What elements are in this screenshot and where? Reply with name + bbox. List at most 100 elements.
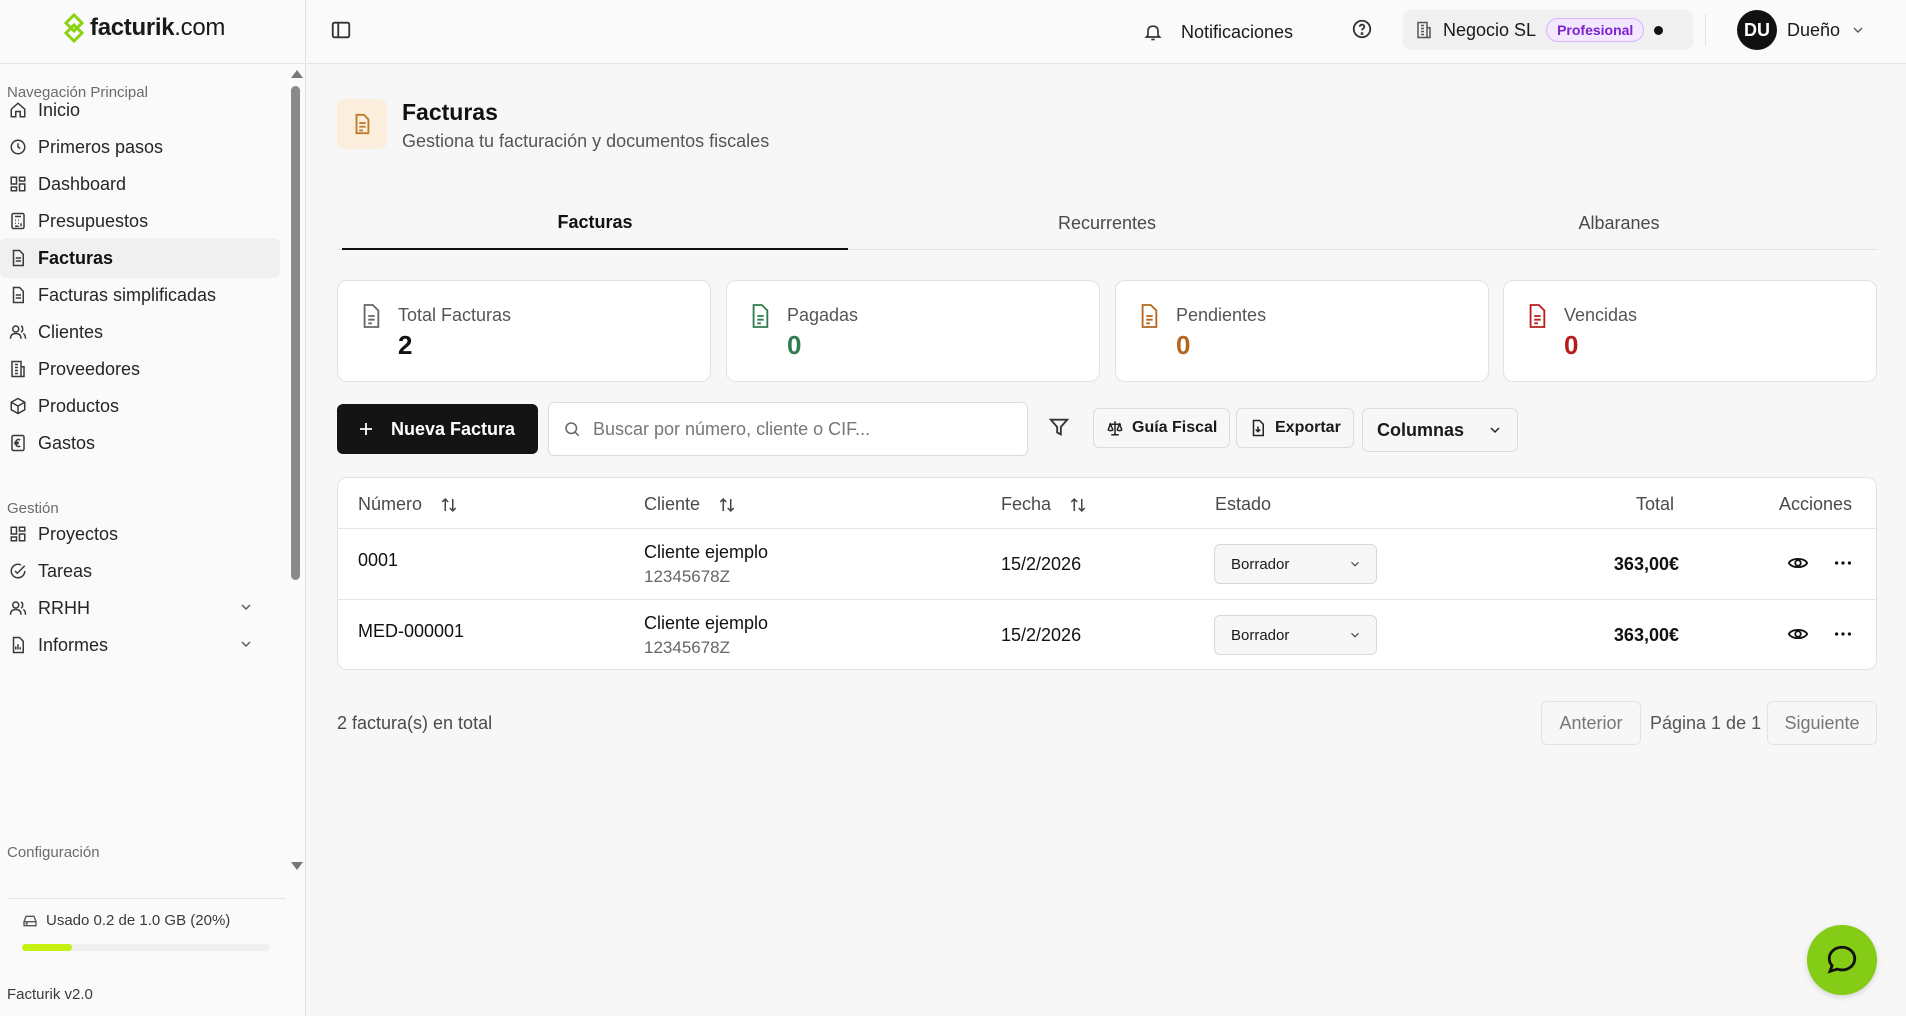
eye-icon[interactable] bbox=[1787, 552, 1811, 576]
chat-bubble-icon bbox=[1825, 943, 1859, 977]
chevron-down-icon bbox=[1348, 628, 1362, 642]
filter-icon[interactable] bbox=[1048, 416, 1074, 442]
logo[interactable]: facturik.com bbox=[62, 12, 225, 44]
sidebar-item-primeros-pasos[interactable]: Primeros pasos bbox=[0, 127, 280, 167]
scroll-up-arrow-icon[interactable] bbox=[291, 70, 303, 78]
facturik-logo-icon bbox=[63, 13, 85, 43]
bell-icon bbox=[1143, 22, 1163, 42]
document-clock-icon bbox=[1138, 303, 1160, 329]
sort-icon[interactable] bbox=[1069, 496, 1087, 514]
more-options-icon[interactable] bbox=[1832, 552, 1856, 576]
logo-text-prefix: facturik bbox=[90, 14, 175, 41]
header-label: Número bbox=[358, 494, 423, 514]
stat-label: Vencidas bbox=[1564, 305, 1638, 325]
invoice-total: 363,00€ bbox=[1613, 554, 1679, 574]
table-row[interactable]: 0001 Cliente ejemplo 12345678Z 15/2/2026… bbox=[338, 529, 1876, 599]
document-icon bbox=[8, 248, 28, 268]
eye-icon[interactable] bbox=[1787, 623, 1811, 647]
search-box[interactable] bbox=[548, 402, 1028, 456]
scroll-down-arrow-icon[interactable] bbox=[291, 862, 303, 870]
column-header-total: Total bbox=[1636, 494, 1675, 514]
column-header-number[interactable]: Número bbox=[358, 494, 458, 515]
search-input[interactable] bbox=[593, 418, 1013, 440]
sort-icon[interactable] bbox=[440, 496, 458, 514]
tab-facturas[interactable]: Facturas bbox=[342, 196, 848, 250]
sidebar-item-presupuestos[interactable]: Presupuestos bbox=[0, 201, 280, 241]
sidebar-item-label: Informes bbox=[38, 634, 109, 655]
columns-dropdown[interactable]: Columnas bbox=[1362, 408, 1518, 452]
chat-button[interactable] bbox=[1807, 925, 1877, 995]
tab-recurrentes[interactable]: Recurrentes bbox=[854, 196, 1360, 250]
sidebar-item-proveedores[interactable]: Proveedores bbox=[0, 349, 280, 389]
stat-value: 0 bbox=[787, 330, 802, 360]
sidebar-item-label: Tareas bbox=[38, 560, 93, 581]
next-page-button[interactable]: Siguiente bbox=[1767, 701, 1877, 745]
sort-icon[interactable] bbox=[718, 496, 736, 514]
sidebar-item-facturas[interactable]: Facturas bbox=[0, 238, 280, 278]
invoice-count: 2 factura(s) en total bbox=[337, 713, 493, 733]
header-label: Cliente bbox=[644, 494, 701, 514]
sidebar-item-label: Productos bbox=[38, 395, 120, 416]
more-options-icon[interactable] bbox=[1832, 623, 1856, 647]
calculator-icon bbox=[8, 211, 28, 231]
export-button[interactable]: Exportar bbox=[1236, 408, 1354, 448]
home-icon bbox=[8, 100, 28, 120]
client-name: Cliente ejemplo bbox=[644, 613, 769, 633]
building-icon bbox=[8, 359, 28, 379]
scroll-thumb[interactable] bbox=[291, 86, 300, 580]
sidebar-item-rrhh[interactable]: RRHH bbox=[0, 588, 280, 628]
sidebar-item-productos[interactable]: Productos bbox=[0, 386, 280, 426]
download-file-icon bbox=[1249, 419, 1267, 437]
sidebar-item-label: Gastos bbox=[38, 432, 96, 453]
plan-badge: Profesional bbox=[1546, 18, 1645, 42]
user-menu[interactable]: DU Dueño bbox=[1737, 10, 1866, 50]
top-header: Notificaciones Negocio SL Profesional DU… bbox=[307, 0, 1906, 64]
business-switcher[interactable]: Negocio SL Profesional bbox=[1403, 10, 1693, 50]
sidebar: facturik.com Navegación Principal Inicio… bbox=[0, 0, 306, 1016]
users-icon bbox=[8, 598, 28, 618]
check-circle-icon bbox=[8, 561, 28, 581]
state-select[interactable]: Borrador bbox=[1214, 544, 1377, 584]
new-invoice-button[interactable]: Nueva Factura bbox=[337, 404, 538, 454]
stat-card-overdue: Vencidas 0 bbox=[1503, 280, 1877, 382]
sidebar-item-gastos[interactable]: Gastos bbox=[0, 423, 280, 463]
sidebar-item-facturas-simplificadas[interactable]: Facturas simplificadas bbox=[0, 275, 280, 315]
storage-usage: Usado 0.2 de 1.0 GB (20%) bbox=[22, 912, 230, 929]
sidebar-item-informes[interactable]: Informes bbox=[0, 625, 280, 665]
document-icon bbox=[360, 303, 382, 329]
storage-label: Usado 0.2 de 1.0 GB (20%) bbox=[46, 912, 231, 929]
fiscal-guide-button[interactable]: Guía Fiscal bbox=[1093, 408, 1231, 448]
status-dot bbox=[1654, 25, 1664, 35]
column-header-client[interactable]: Cliente bbox=[644, 494, 736, 515]
column-header-date[interactable]: Fecha bbox=[1001, 494, 1087, 515]
previous-page-button[interactable]: Anterior bbox=[1541, 701, 1641, 745]
sidebar-item-clientes[interactable]: Clientes bbox=[0, 312, 280, 352]
sidebar-item-proyectos[interactable]: Proyectos bbox=[0, 514, 280, 554]
invoice-date: 15/2/2026 bbox=[1001, 554, 1082, 574]
business-name: Negocio SL bbox=[1443, 19, 1537, 40]
column-header-state: Estado bbox=[1215, 494, 1272, 514]
sidebar-scrollbar[interactable] bbox=[288, 64, 304, 876]
header-label: Fecha bbox=[1001, 494, 1052, 514]
tab-albaranes[interactable]: Albaranes bbox=[1366, 196, 1872, 250]
chevron-down-icon bbox=[238, 599, 254, 615]
stat-label: Pagadas bbox=[787, 305, 859, 325]
sidebar-item-label: Inicio bbox=[38, 99, 81, 120]
sidebar-item-dashboard[interactable]: Dashboard bbox=[0, 164, 280, 204]
notifications-button[interactable]: Notificaciones bbox=[1143, 16, 1293, 48]
user-name: Dueño bbox=[1787, 19, 1841, 40]
client-name: Cliente ejemplo bbox=[644, 542, 769, 562]
state-select[interactable]: Borrador bbox=[1214, 615, 1377, 655]
invoices-table: Número Cliente Fecha Estado Total Accion… bbox=[337, 477, 1877, 670]
tab-bar: Facturas Recurrentes Albaranes bbox=[337, 196, 1877, 250]
table-row[interactable]: MED-000001 Cliente ejemplo 12345678Z 15/… bbox=[338, 599, 1876, 669]
columns-label: Columnas bbox=[1377, 419, 1465, 440]
sidebar-item-label: Proyectos bbox=[38, 523, 119, 544]
sidebar-item-label: Facturas simplificadas bbox=[38, 284, 217, 305]
sidebar-item-inicio[interactable]: Inicio bbox=[0, 90, 280, 130]
sidebar-toggle-icon[interactable] bbox=[330, 19, 354, 43]
help-icon[interactable] bbox=[1351, 18, 1375, 42]
sidebar-item-tareas[interactable]: Tareas bbox=[0, 551, 280, 591]
state-value: Borrador bbox=[1231, 626, 1290, 644]
avatar: DU bbox=[1737, 10, 1777, 50]
